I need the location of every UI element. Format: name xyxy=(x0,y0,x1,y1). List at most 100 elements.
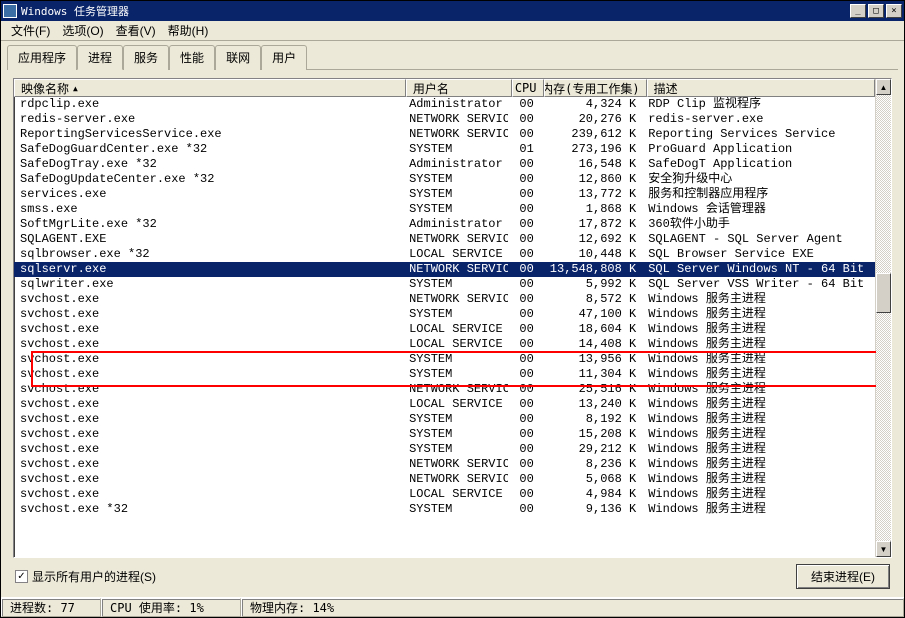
table-row[interactable]: sqlbrowser.exe *32LOCAL SERVICE0010,448 … xyxy=(14,247,875,262)
menu-options[interactable]: 选项(O) xyxy=(56,20,109,41)
table-row[interactable]: SafeDogUpdateCenter.exe *32SYSTEM0012,86… xyxy=(14,172,875,187)
cell: svchost.exe xyxy=(14,322,403,337)
table-row[interactable]: SQLAGENT.EXENETWORK SERVICE0012,692 KSQL… xyxy=(14,232,875,247)
cell: 安全狗升级中心 xyxy=(642,172,869,187)
cell: SYSTEM xyxy=(403,367,508,382)
vertical-scrollbar[interactable]: ▲ ▼ xyxy=(875,79,891,557)
cell: RDP Clip 监视程序 xyxy=(642,97,869,112)
table-row[interactable]: svchost.exeNETWORK SERVICE008,572 KWindo… xyxy=(14,292,875,307)
table-row[interactable]: svchost.exeLOCAL SERVICE0018,604 KWindow… xyxy=(14,322,875,337)
table-row[interactable]: services.exeSYSTEM0013,772 K服务和控制器应用程序 xyxy=(14,187,875,202)
scroll-thumb[interactable] xyxy=(876,273,891,313)
table-row[interactable]: SafeDogTray.exe *32Administrator0016,548… xyxy=(14,157,875,172)
cell: SafeDogUpdateCenter.exe *32 xyxy=(14,172,403,187)
process-listview[interactable]: 映像名称▲用户名CPU内存(专用工作集)描述 rdpclip.exeAdmini… xyxy=(13,78,892,558)
maximize-button[interactable]: □ xyxy=(868,4,884,18)
tab-2[interactable]: 服务 xyxy=(123,45,169,70)
table-row[interactable]: svchost.exeNETWORK SERVICE008,236 KWindo… xyxy=(14,457,875,472)
cell: svchost.exe xyxy=(14,487,403,502)
menu-file[interactable]: 文件(F) xyxy=(5,20,56,41)
cell: NETWORK SERVICE xyxy=(403,112,508,127)
table-row[interactable]: ReportingServicesService.exeNETWORK SERV… xyxy=(14,127,875,142)
table-row[interactable]: svchost.exeSYSTEM008,192 KWindows 服务主进程 xyxy=(14,412,875,427)
scroll-down-icon[interactable]: ▼ xyxy=(876,541,891,557)
menu-view[interactable]: 查看(V) xyxy=(110,20,162,41)
cell: 15,208 K xyxy=(540,427,642,442)
cell: 17,872 K xyxy=(540,217,642,232)
column-header-1[interactable]: 用户名 xyxy=(406,79,512,97)
cell: 00 xyxy=(508,337,539,352)
column-header-2[interactable]: CPU xyxy=(512,79,544,97)
cell: NETWORK SERVICE xyxy=(403,127,508,142)
cell: Administrator xyxy=(403,157,508,172)
table-row[interactable]: SafeDogGuardCenter.exe *32SYSTEM01273,19… xyxy=(14,142,875,157)
column-header-4[interactable]: 描述 xyxy=(647,79,875,97)
cell: ReportingServicesService.exe xyxy=(14,127,403,142)
tab-3[interactable]: 性能 xyxy=(169,45,215,70)
cell: 服务和控制器应用程序 xyxy=(642,187,869,202)
column-header-0[interactable]: 映像名称▲ xyxy=(14,79,406,97)
table-row[interactable]: svchost.exeSYSTEM0013,956 KWindows 服务主进程 xyxy=(14,352,875,367)
cell: svchost.exe xyxy=(14,367,403,382)
tab-0[interactable]: 应用程序 xyxy=(7,45,77,70)
menu-help[interactable]: 帮助(H) xyxy=(162,20,215,41)
table-row[interactable]: svchost.exeLOCAL SERVICE0014,408 KWindow… xyxy=(14,337,875,352)
tab-1[interactable]: 进程 xyxy=(77,45,123,70)
table-row[interactable]: rdpclip.exeAdministrator004,324 KRDP Cli… xyxy=(14,97,875,112)
cell: 13,956 K xyxy=(540,352,642,367)
checkbox-label: 显示所有用户的进程(S) xyxy=(32,568,156,585)
cell: NETWORK SERVICE xyxy=(403,472,508,487)
cell: redis-server.exe xyxy=(642,112,869,127)
cell: NETWORK SERVICE xyxy=(403,262,508,277)
cell: 00 xyxy=(508,292,539,307)
cell: SYSTEM xyxy=(403,142,508,157)
table-row[interactable]: svchost.exe *32SYSTEM009,136 KWindows 服务… xyxy=(14,502,875,517)
minimize-button[interactable]: _ xyxy=(850,4,866,18)
table-row[interactable]: svchost.exeNETWORK SERVICE005,068 KWindo… xyxy=(14,472,875,487)
table-row[interactable]: svchost.exeLOCAL SERVICE004,984 KWindows… xyxy=(14,487,875,502)
tab-strip: 应用程序进程服务性能联网用户 xyxy=(1,41,904,70)
cell: SYSTEM xyxy=(403,172,508,187)
cell: SQL Browser Service EXE xyxy=(642,247,869,262)
table-row[interactable]: svchost.exeLOCAL SERVICE0013,240 KWindow… xyxy=(14,397,875,412)
table-row[interactable]: svchost.exeSYSTEM0011,304 KWindows 服务主进程 xyxy=(14,367,875,382)
titlebar[interactable]: Windows 任务管理器 _ □ × xyxy=(1,1,904,21)
cell: SafeDogGuardCenter.exe *32 xyxy=(14,142,403,157)
cell: SYSTEM xyxy=(403,442,508,457)
cell: 00 xyxy=(508,322,539,337)
close-button[interactable]: × xyxy=(886,4,902,18)
cell: SQLAGENT.EXE xyxy=(14,232,403,247)
cell: 16,548 K xyxy=(540,157,642,172)
scroll-track[interactable] xyxy=(876,95,891,541)
table-row[interactable]: svchost.exeNETWORK SERVICE0025,516 KWind… xyxy=(14,382,875,397)
table-row[interactable]: redis-server.exe NETWORK SERVICE0020,276 … xyxy=(14,112,875,127)
scroll-up-icon[interactable]: ▲ xyxy=(876,79,891,95)
table-row[interactable]: svchost.exeSYSTEM0015,208 KWindows 服务主进程 xyxy=(14,427,875,442)
column-header-3[interactable]: 内存(专用工作集) xyxy=(544,79,647,97)
cell: 00 xyxy=(508,112,539,127)
end-process-button[interactable]: 结束进程(E) xyxy=(796,564,890,589)
table-row[interactable]: svchost.exeSYSTEM0029,212 KWindows 服务主进程 xyxy=(14,442,875,457)
tab-4[interactable]: 联网 xyxy=(215,45,261,70)
cell: LOCAL SERVICE xyxy=(403,397,508,412)
cell: svchost.exe xyxy=(14,457,403,472)
table-row[interactable]: smss.exeSYSTEM001,868 KWindows 会话管理器 xyxy=(14,202,875,217)
cell: Windows 服务主进程 xyxy=(642,487,869,502)
cell: 273,196 K xyxy=(540,142,642,157)
process-rows: rdpclip.exeAdministrator004,324 KRDP Cli… xyxy=(14,97,875,517)
task-manager-window: Windows 任务管理器 _ □ × 文件(F) 选项(O) 查看(V) 帮助… xyxy=(0,0,905,618)
table-row[interactable]: SoftMgrLite.exe *32Administrator0017,872… xyxy=(14,217,875,232)
table-row[interactable]: sqlwriter.exeSYSTEM005,992 KSQL Server V… xyxy=(14,277,875,292)
statusbar: 进程数: 77 CPU 使用率: 1% 物理内存: 14% xyxy=(1,597,904,617)
cell: 20,276 K xyxy=(540,112,642,127)
cell: NETWORK SERVICE xyxy=(403,232,508,247)
window-title: Windows 任务管理器 xyxy=(21,3,850,19)
cell: SafeDogT Application xyxy=(642,157,869,172)
app-icon xyxy=(3,4,17,18)
cell: NETWORK SERVICE xyxy=(403,457,508,472)
show-all-users-checkbox[interactable]: ✓ 显示所有用户的进程(S) xyxy=(15,568,156,585)
tab-5[interactable]: 用户 xyxy=(261,45,307,70)
table-row[interactable]: svchost.exeSYSTEM0047,100 KWindows 服务主进程 xyxy=(14,307,875,322)
cell: LOCAL SERVICE xyxy=(403,337,508,352)
table-row[interactable]: sqlservr.exeNETWORK SERVICE0013,548,808 … xyxy=(14,262,875,277)
